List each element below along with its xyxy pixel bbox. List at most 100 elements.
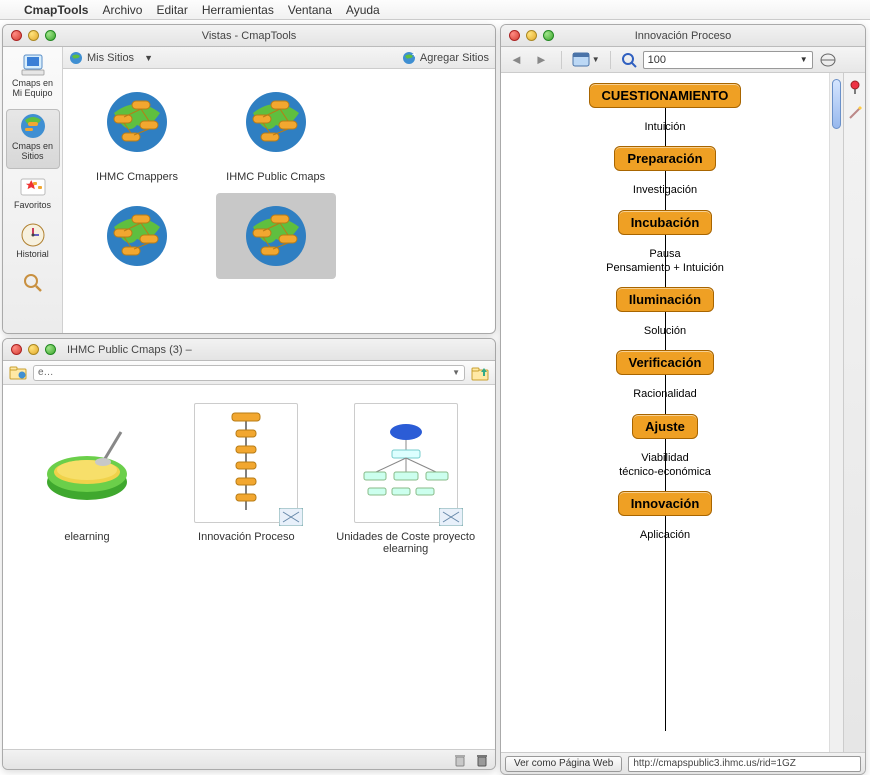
sidebar-item-label: Historial	[16, 249, 49, 259]
cmap-link-icon	[279, 508, 303, 526]
zoom-reset-button[interactable]	[819, 52, 837, 68]
svg-text:+: +	[412, 51, 416, 59]
node-cuestionamiento[interactable]: CUESTIONAMIENTO	[589, 83, 742, 108]
site-item[interactable]	[77, 193, 197, 285]
site-item-selected[interactable]	[216, 193, 336, 285]
clock-icon	[7, 222, 59, 248]
close-icon[interactable]	[509, 30, 520, 41]
minimize-icon[interactable]	[28, 344, 39, 355]
titlebar-public[interactable]: IHMC Public Cmaps (3) –	[3, 339, 495, 361]
mysites-dropdown[interactable]: Mis Sitios ▼	[69, 51, 153, 65]
globe-site-icon	[243, 89, 309, 155]
nav-back-icon[interactable]: ◄	[507, 52, 526, 67]
minimize-icon[interactable]	[526, 30, 537, 41]
mysites-label: Mis Sitios	[87, 52, 134, 64]
view-as-web-button[interactable]: Ver como Página Web	[505, 756, 622, 772]
separator	[561, 51, 562, 69]
window-title: Vistas - CmapTools	[3, 30, 495, 42]
file-item[interactable]: Innovación Proceso	[176, 403, 316, 555]
globe-plus-icon: +	[402, 51, 416, 65]
file-label: elearning	[17, 531, 157, 543]
url-field[interactable]: http://cmapspublic3.ihmc.us/rid=1GZ	[628, 756, 861, 772]
zoom-value: 100	[648, 54, 666, 66]
file-thumbnail	[194, 403, 298, 523]
sidebar-item-en-sitios[interactable]: Cmaps en Sitios	[6, 109, 60, 169]
vertical-scrollbar[interactable]	[829, 73, 843, 752]
add-sites-button[interactable]: + Agregar Sitios	[402, 51, 489, 65]
addsites-label: Agregar Sitios	[420, 52, 489, 64]
file-item[interactable]: Unidades de Coste proyecto elearning	[336, 403, 476, 555]
magnifier-icon[interactable]	[621, 52, 637, 68]
zoom-field[interactable]: 100 ▼	[643, 51, 813, 69]
nav-forward-icon[interactable]: ►	[532, 52, 551, 67]
globe-site-icon	[104, 203, 170, 269]
cmap-canvas[interactable]: CUESTIONAMIENTO Intuición Preparación In…	[501, 73, 829, 752]
cmap-link-icon	[439, 508, 463, 526]
titlebar-innovacion[interactable]: Innovación Proceso	[501, 25, 865, 47]
site-item[interactable]: IHMC Public Cmaps	[216, 79, 336, 183]
window-innovacion: Innovación Proceso ◄ ► ▼ 100 ▼ CUESTIONA…	[500, 24, 866, 775]
address-field[interactable]: e… ▼	[33, 365, 465, 381]
menu-archivo[interactable]: Archivo	[102, 3, 142, 17]
sidebar-item-favoritos[interactable]: Favoritos	[6, 173, 60, 217]
titlebar-vistas[interactable]: Vistas - CmapTools	[3, 25, 495, 47]
sidebar-item-label: Cmaps en Sitios	[12, 141, 53, 161]
zoom-icon[interactable]	[45, 344, 56, 355]
chevron-down-icon: ▼	[144, 53, 153, 63]
file-item[interactable]: elearning	[17, 403, 157, 555]
up-folder-icon[interactable]	[471, 365, 489, 381]
window-opts-icon	[572, 52, 590, 68]
menu-editar[interactable]: Editar	[156, 3, 187, 17]
pushpin-icon[interactable]	[847, 79, 863, 95]
sidebar-item-search[interactable]	[6, 270, 60, 302]
sidebar-item-label: Favoritos	[14, 200, 51, 210]
globe-site-icon	[104, 89, 170, 155]
public-footer	[3, 749, 495, 769]
node-iluminacion[interactable]: Iluminación	[616, 287, 714, 312]
file-thumbnail	[35, 403, 139, 523]
folder-icon[interactable]	[9, 366, 27, 380]
globe-icon	[8, 112, 58, 140]
node-preparacion[interactable]: Preparación	[614, 146, 715, 171]
vistas-toolbar: Mis Sitios ▼ + Agregar Sitios	[63, 47, 495, 69]
mac-menubar: CmapTools Archivo Editar Herramientas Ve…	[0, 0, 870, 20]
view-options-button[interactable]: ▼	[572, 52, 600, 68]
sidebar-item-mi-equipo[interactable]: Cmaps en Mi Equipo	[6, 51, 60, 105]
wand-icon[interactable]	[847, 105, 863, 121]
node-verificacion[interactable]: Verificación	[616, 350, 715, 375]
innov-toolbar: ◄ ► ▼ 100 ▼	[501, 47, 865, 73]
sites-grid: IHMC Cmappers IHMC Public Cmaps	[63, 69, 495, 333]
magnifier-icon	[7, 272, 59, 294]
node-innovacion[interactable]: Innovación	[618, 491, 713, 516]
sidebar-item-historial[interactable]: Historial	[6, 220, 60, 266]
close-icon[interactable]	[11, 344, 22, 355]
computer-icon	[7, 53, 59, 77]
site-label: IHMC Cmappers	[77, 171, 197, 183]
file-label: Innovación Proceso	[176, 531, 316, 543]
file-label: Unidades de Coste proyecto elearning	[336, 531, 476, 555]
window-title: IHMC Public Cmaps (3) –	[3, 344, 495, 356]
globe-site-icon	[243, 203, 309, 269]
scrollbar-thumb[interactable]	[832, 79, 841, 129]
separator	[610, 51, 611, 69]
globe-small-icon	[69, 51, 83, 65]
minimize-icon[interactable]	[28, 30, 39, 41]
trash2-icon[interactable]	[475, 753, 489, 767]
innov-footer: Ver como Página Web http://cmapspublic3.…	[501, 752, 865, 774]
chevron-down-icon: ▼	[800, 55, 808, 64]
chevron-down-icon: ▼	[452, 368, 460, 377]
node-ajuste[interactable]: Ajuste	[632, 414, 698, 439]
node-incubacion[interactable]: Incubación	[618, 210, 713, 235]
menu-herramientas[interactable]: Herramientas	[202, 3, 274, 17]
menu-app[interactable]: CmapTools	[24, 3, 88, 17]
trash-icon[interactable]	[453, 753, 467, 767]
close-icon[interactable]	[11, 30, 22, 41]
zoom-icon[interactable]	[45, 30, 56, 41]
site-item[interactable]: IHMC Cmappers	[77, 79, 197, 183]
menu-ayuda[interactable]: Ayuda	[346, 3, 380, 17]
vistas-sidebar: Cmaps en Mi Equipo Cmaps en Sitios Favor…	[3, 47, 63, 333]
menu-ventana[interactable]: Ventana	[288, 3, 332, 17]
file-thumbnail	[354, 403, 458, 523]
sidebar-item-label: Cmaps en Mi Equipo	[12, 78, 53, 98]
zoom-icon[interactable]	[543, 30, 554, 41]
